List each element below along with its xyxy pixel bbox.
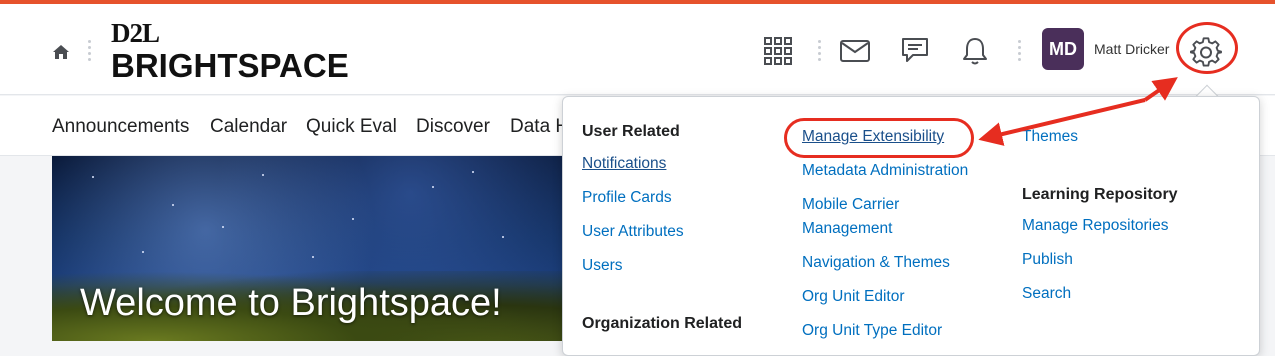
- link-profile-cards[interactable]: Profile Cards: [582, 186, 672, 210]
- link-mobile-carrier-management-line2[interactable]: Management: [802, 217, 892, 241]
- header: D2L BRIGHTSPACE MD Matt Dricker: [0, 4, 1275, 95]
- separator: [818, 40, 821, 62]
- link-metadata-administration[interactable]: Metadata Administration: [802, 159, 968, 183]
- logo-brightspace[interactable]: BRIGHTSPACE: [111, 47, 349, 85]
- separator: [88, 40, 91, 62]
- heading-learning-repository: Learning Repository: [1022, 186, 1178, 203]
- nav-item-announcements[interactable]: Announcements: [52, 116, 189, 138]
- link-mobile-carrier-management[interactable]: Mobile Carrier: [802, 193, 899, 217]
- link-notifications[interactable]: Notifications: [582, 152, 666, 176]
- home-icon[interactable]: [52, 44, 70, 60]
- mail-icon[interactable]: [835, 31, 875, 71]
- heading-organization-related: Organization Related: [582, 315, 743, 332]
- link-publish[interactable]: Publish: [1022, 248, 1073, 272]
- link-search[interactable]: Search: [1022, 282, 1071, 306]
- link-users[interactable]: Users: [582, 254, 622, 278]
- annotation-oval-gear: [1176, 22, 1238, 74]
- nav-item-discover[interactable]: Discover: [416, 116, 490, 138]
- link-org-unit-editor[interactable]: Org Unit Editor: [802, 285, 905, 309]
- link-org-unit-type-editor[interactable]: Org Unit Type Editor: [802, 319, 942, 343]
- waffle-icon[interactable]: [758, 31, 798, 71]
- link-navigation-themes[interactable]: Navigation & Themes: [802, 251, 950, 275]
- user-name[interactable]: Matt Dricker: [1094, 41, 1169, 57]
- link-themes[interactable]: Themes: [1022, 125, 1078, 149]
- link-manage-repositories[interactable]: Manage Repositories: [1022, 214, 1168, 238]
- annotation-oval-manage-extensibility: [784, 118, 974, 158]
- nav-item-calendar[interactable]: Calendar: [210, 116, 287, 138]
- chat-icon[interactable]: [895, 31, 935, 71]
- bell-icon[interactable]: [955, 31, 995, 71]
- nav-item-data-hub[interactable]: Data H: [510, 116, 569, 138]
- avatar[interactable]: MD: [1042, 28, 1084, 70]
- separator: [1018, 40, 1021, 62]
- link-user-attributes[interactable]: User Attributes: [582, 220, 684, 244]
- heading-user-related: User Related: [582, 123, 680, 140]
- welcome-title: Welcome to Brightspace!: [80, 282, 502, 324]
- logo-d2l[interactable]: D2L: [111, 18, 160, 49]
- nav-item-quick-eval[interactable]: Quick Eval: [306, 116, 397, 138]
- welcome-banner: Welcome to Brightspace!: [52, 156, 564, 341]
